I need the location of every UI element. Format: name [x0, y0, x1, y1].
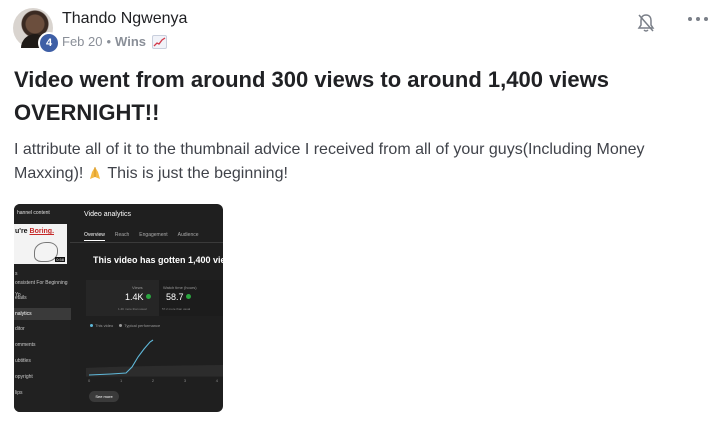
screenshot-sidebar-item: omments [15, 342, 36, 348]
level-badge: 4 [38, 32, 60, 54]
legend-typical-label: Typical performance [124, 323, 161, 328]
screenshot-tab-engagement: Engagement [139, 232, 168, 238]
screenshot-headline: This video has gotten 1,400 views [93, 255, 223, 265]
legend-typical: Typical performance [119, 323, 160, 328]
x-tick: 4 [215, 378, 218, 383]
legend-dot [119, 324, 123, 327]
screenshot-video-thumbnail: u're Boring. 0:58 [14, 224, 67, 264]
check-circle-icon [185, 294, 191, 299]
screenshot-chart-x-axis: 0 1 2 3 4 [88, 378, 218, 383]
x-tick: 1 [119, 378, 123, 383]
stat-watch-number: 58.7 [166, 292, 184, 302]
post-header: 4 Thando Ngwenya Feb 20 • Wins [13, 8, 713, 54]
stat-watch-value: 58.7 [166, 292, 191, 302]
stat-views-number: 1.4K [125, 292, 144, 302]
screenshot-tab-overview: Overview [84, 232, 105, 241]
screenshot-stat-watch-time: Watch time (hours) 58.7 57.2 more than u… [159, 280, 223, 316]
stat-views-value: 1.4K [125, 292, 151, 302]
legend-this-video-label: This video [95, 323, 114, 328]
folded-hands-emoji-icon [90, 167, 101, 179]
x-tick: 0 [88, 378, 91, 383]
screenshot-sidebar-item: ubtitles [15, 358, 31, 364]
screenshot-main-title: Video analytics [84, 211, 131, 218]
stat-watch-sub: 57.2 more than usual [162, 307, 191, 311]
screenshot-sidebar-title: hannel content [17, 210, 50, 216]
stat-views-sub: 1.4K more than usual [118, 307, 147, 311]
body-text-part2: This is just the beginning! [107, 165, 288, 182]
post-category[interactable]: Wins [115, 34, 146, 49]
screenshot-chart-legend: This video Typical performance [90, 323, 160, 328]
stat-views-label: Views [132, 285, 143, 290]
legend-dot [90, 324, 93, 327]
screenshot-sidebar-item: lips [15, 390, 23, 396]
screenshot-sidebar-item: ditor [15, 326, 25, 332]
meta-separator: • [106, 34, 112, 49]
screenshot-sidebar-item: onsistent For Beginning Yo [15, 280, 68, 298]
screenshot-sidebar: hannel content u're Boring. 0:58 s onsis… [14, 204, 71, 412]
thumbnail-text: u're Boring. [15, 228, 54, 235]
screenshot-tabs: Overview Reach Engagement Audience [84, 232, 199, 241]
chart-increasing-emoji-icon [152, 34, 167, 49]
thumbnail-text-prefix: u're [15, 228, 30, 235]
stat-watch-label: Watch time (hours) [163, 285, 197, 290]
post-image-analytics-screenshot[interactable]: hannel content u're Boring. 0:58 s onsis… [14, 204, 223, 412]
screenshot-sidebar-item-active: nalytics [14, 308, 71, 320]
post-meta: Feb 20 • Wins [62, 34, 167, 49]
screenshot-views-chart [86, 332, 223, 382]
x-tick: 3 [183, 378, 187, 383]
post-title: Video went from around 300 views to arou… [14, 67, 609, 125]
post-body: I attribute all of it to the thumbnail a… [14, 138, 704, 186]
screenshot-see-more-button: See more [89, 391, 119, 402]
screenshot-sidebar-item: opyright [15, 374, 33, 380]
screenshot-sidebar-item: etails [15, 295, 27, 301]
check-circle-icon [145, 294, 151, 299]
author-name[interactable]: Thando Ngwenya [62, 10, 187, 28]
legend-this-video: This video [90, 323, 113, 328]
screenshot-tab-audience: Audience [177, 232, 199, 238]
x-tick: 2 [151, 378, 155, 383]
post-date[interactable]: Feb 20 [62, 34, 102, 49]
thumbnail-duration: 0:58 [55, 257, 65, 262]
more-horizontal-icon[interactable] [686, 12, 710, 26]
thumbnail-text-highlight: Boring. [29, 228, 55, 235]
bell-off-icon[interactable] [635, 12, 657, 34]
screenshot-divider [70, 242, 223, 243]
screenshot-tab-reach: Reach [114, 232, 130, 238]
